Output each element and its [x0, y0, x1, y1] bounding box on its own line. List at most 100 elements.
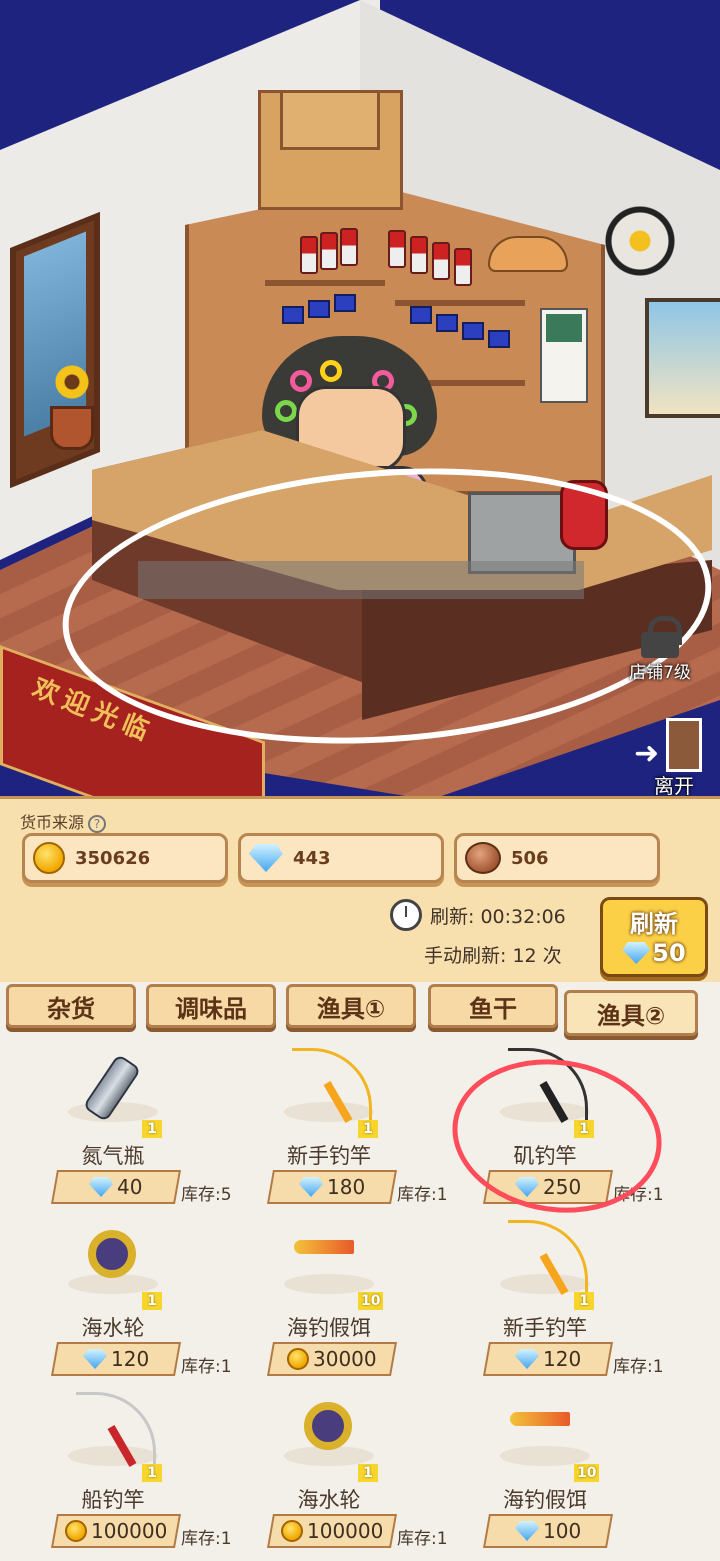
copper-balance[interactable]: 506 — [454, 833, 660, 883]
tab-fishing-gear-2[interactable]: 渔具② — [564, 990, 698, 1036]
category-tabs: 杂货 调味品 渔具① 鱼干 渔具② — [0, 982, 720, 1038]
goods-box-icon — [334, 294, 356, 312]
cardboard-box — [280, 90, 380, 150]
hair-curler — [320, 360, 342, 382]
hair-curler — [275, 400, 297, 422]
refresh-cost-value: 50 — [652, 939, 686, 967]
shop-level-label: 店铺7级 — [629, 663, 691, 683]
soup-can-icon — [410, 236, 428, 274]
reel-icon — [68, 1220, 160, 1300]
item-name: 氮气瓶 — [81, 1144, 145, 1168]
diamond-balance[interactable]: 443 — [238, 833, 444, 883]
diamond-icon — [515, 1521, 539, 1541]
price-tag[interactable]: 100000 — [51, 1514, 181, 1548]
goods-box-icon — [282, 306, 304, 324]
price-tag[interactable]: 100000 — [267, 1514, 397, 1548]
item-price: 30000 — [313, 1347, 377, 1371]
refresh-timer: 刷新: 00:32:06 — [390, 899, 566, 931]
shop-item[interactable]: 1 新手钓竿 120 库存:1 — [440, 1212, 664, 1377]
price-tag[interactable]: 120 — [51, 1342, 181, 1376]
stopwatch-icon — [390, 899, 422, 931]
tab-dried-fish[interactable]: 鱼干 — [428, 984, 558, 1028]
beginner-rod-icon — [500, 1220, 592, 1300]
door-icon — [666, 718, 702, 772]
gold-value: 350626 — [75, 847, 151, 869]
shelf-board — [265, 280, 385, 286]
item-price: 100000 — [90, 1519, 168, 1543]
flower-pot — [50, 406, 94, 450]
goods-box-icon — [308, 300, 330, 318]
goods-box-icon — [410, 306, 432, 324]
reel-icon — [284, 1392, 376, 1472]
gold-coin-icon — [280, 1520, 303, 1542]
exit-button[interactable]: ➜ 离开 — [628, 712, 720, 798]
gas-bottle-icon — [68, 1048, 160, 1128]
lock-icon — [641, 616, 682, 658]
diamond-icon — [515, 1349, 539, 1369]
diamond-value: 443 — [293, 847, 331, 869]
gold-balance[interactable]: 350626 — [22, 833, 228, 883]
refresh-button-label: 刷新 — [630, 910, 678, 938]
goods-box-icon — [462, 322, 484, 340]
item-price: 180 — [326, 1175, 366, 1199]
gold-coin-icon — [64, 1520, 87, 1542]
tab-groceries[interactable]: 杂货 — [6, 984, 136, 1028]
item-name: 海钓假饵 — [287, 1316, 371, 1340]
shop-item[interactable]: 1 海水轮 120 库存:1 — [8, 1212, 232, 1377]
item-name: 船钓竿 — [81, 1488, 145, 1512]
item-price: 120 — [542, 1347, 582, 1371]
exit-label: 离开 — [654, 774, 694, 798]
shop-item[interactable]: 1 海水轮 100000 库存:1 — [224, 1384, 448, 1549]
item-name: 海水轮 — [297, 1488, 361, 1512]
price-tag[interactable]: 40 — [51, 1170, 181, 1204]
price-tag[interactable]: 180 — [267, 1170, 397, 1204]
item-price: 100 — [542, 1519, 582, 1543]
shop-level-lock[interactable]: 店铺7级 — [620, 616, 700, 686]
shop-item[interactable]: 10 海钓假饵 30000 — [224, 1212, 434, 1377]
diamond-icon — [249, 844, 283, 872]
item-qty: 1 — [142, 1120, 162, 1138]
item-price: 40 — [117, 1175, 143, 1199]
diamond-icon — [299, 1177, 323, 1197]
goods-box-icon — [436, 314, 458, 332]
price-tag[interactable]: 120 — [483, 1342, 613, 1376]
lure-icon — [284, 1220, 376, 1300]
diamond-icon — [622, 942, 651, 964]
item-qty: 1 — [358, 1120, 378, 1138]
copper-coin-icon — [465, 842, 501, 874]
item-name: 新手钓竿 — [503, 1316, 587, 1340]
currency-panel: 货币来源? 350626 443 506 刷新: 00:32:06 手动刷新: … — [0, 796, 720, 984]
shop-item[interactable]: 10 海钓假饵 100 — [440, 1384, 650, 1549]
boat-rod-icon — [68, 1392, 160, 1472]
item-qty: 10 — [358, 1292, 384, 1310]
currency-source-label: 货币来源 — [20, 813, 85, 832]
question-icon[interactable]: ? — [88, 814, 107, 833]
wall-fan-icon — [604, 196, 676, 286]
soup-can-icon — [300, 236, 318, 274]
shop-item[interactable]: 1 氮气瓶 40 库存:5 — [8, 1040, 232, 1205]
price-tag[interactable]: 30000 — [267, 1342, 397, 1376]
game-screen: 欢迎光临 店铺7级 ➜ 离开 货币来源? 350626 443 506 刷新: … — [0, 0, 720, 1561]
item-qty: 1 — [358, 1464, 378, 1482]
shop-scene: 欢迎光临 店铺7级 ➜ 离开 — [0, 0, 720, 800]
gold-coin-icon — [33, 842, 65, 874]
manual-refresh-count: 手动刷新: 12 次 — [424, 945, 562, 967]
arrow-right-icon: ➜ — [634, 736, 660, 771]
item-name: 海钓假饵 — [503, 1488, 587, 1512]
tab-seasonings[interactable]: 调味品 — [146, 984, 276, 1028]
item-qty: 1 — [142, 1464, 162, 1482]
tab-fishing-gear-1[interactable]: 渔具① — [286, 984, 416, 1028]
wall-picture — [645, 298, 720, 418]
currency-source[interactable]: 货币来源? — [20, 809, 107, 833]
refresh-button[interactable]: 刷新 50 — [600, 897, 708, 977]
item-name: 海水轮 — [81, 1316, 145, 1340]
shop-item[interactable]: 1 船钓竿 100000 库存:1 — [8, 1384, 232, 1549]
beginner-rod-icon — [284, 1048, 376, 1128]
gold-coin-icon — [287, 1348, 310, 1370]
shop-item[interactable]: 1 新手钓竿 180 库存:1 — [224, 1040, 448, 1205]
soup-can-icon — [340, 228, 358, 266]
price-tag[interactable]: 100 — [483, 1514, 613, 1548]
calendar-icon — [540, 308, 588, 403]
refresh-cost: 50 — [603, 939, 705, 967]
item-price: 120 — [110, 1347, 150, 1371]
